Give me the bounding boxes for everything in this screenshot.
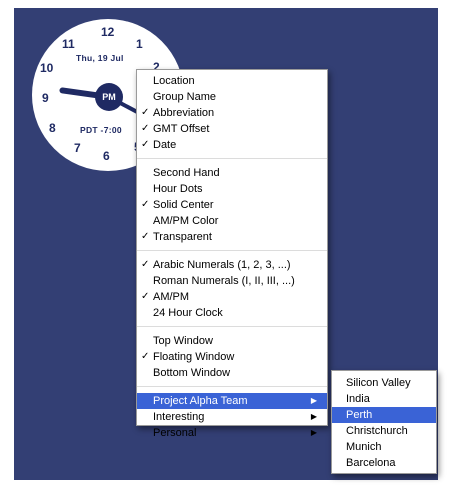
menu-item-top-window[interactable]: Top Window [137,333,327,349]
menu-item-bottom-window[interactable]: Bottom Window [137,365,327,381]
menu-item-label: Solid Center [153,199,214,211]
submenu-item-barcelona[interactable]: Barcelona [332,455,436,471]
submenu-item-munich[interactable]: Munich [332,439,436,455]
menu-item-label: Project Alpha Team [153,395,248,407]
menu-item-24-hour-clock[interactable]: 24 Hour Clock [137,305,327,321]
menu-item-label: GMT Offset [153,123,210,135]
menu-item-label: Arabic Numerals (1, 2, 3, ...) [153,259,291,271]
menu-item-group-name[interactable]: Group Name [137,89,327,105]
clock-numeral-1: 1 [136,37,143,51]
menu-item-label: Bottom Window [153,367,231,379]
project-alpha-team-submenu: Silicon Valley India Perth Christchurch … [331,370,437,474]
menu-item-date[interactable]: ✓ Date [137,137,327,153]
checkmark-icon: ✓ [141,199,150,210]
submenu-item-christchurch[interactable]: Christchurch [332,423,436,439]
menu-item-label: Hour Dots [153,183,203,195]
clock-date: Thu, 19 Jul [76,53,124,63]
menu-separator [137,250,327,251]
menu-group-display: Location Group Name ✓ Abbreviation ✓ GMT O… [137,73,327,153]
menu-item-label: Floating Window [153,351,235,363]
menu-item-arabic-numerals[interactable]: ✓ Arabic Numerals (1, 2, 3, ...) [137,257,327,273]
menu-item-label: Abbreviation [153,107,215,119]
menu-group-style: Second Hand Hour Dots ✓ Solid Center AM/P… [137,165,327,245]
clock-numeral-6: 6 [103,149,110,163]
menu-item-label: Interesting [153,411,205,423]
menu-item-floating-window[interactable]: ✓ Floating Window [137,349,327,365]
menu-item-label: AM/PM Color [153,215,219,227]
clock-numeral-9: 9 [42,91,49,105]
clock-center-ampm: PM [95,83,123,111]
menu-item-label: Date [153,139,177,151]
menu-item-transparent[interactable]: ✓ Transparent [137,229,327,245]
submenu-item-perth[interactable]: Perth [332,407,436,423]
menu-separator [137,158,327,159]
clock-numeral-7: 7 [74,141,81,155]
menu-item-personal[interactable]: Personal ▶ [137,425,327,441]
menu-group-window-level: Top Window ✓ Floating Window Bottom Windo… [137,333,327,381]
checkmark-icon: ✓ [141,291,150,302]
checkmark-icon: ✓ [141,231,150,242]
clock-context-menu: Location Group Name ✓ Abbreviation ✓ GMT O… [136,69,328,439]
menu-item-label: Second Hand [153,167,220,179]
submenu-item-india[interactable]: India [332,391,436,407]
menu-item-label: Location [153,75,195,87]
submenu-item-silicon-valley[interactable]: Silicon Valley [332,375,436,391]
menu-item-label: Roman Numerals (I, II, III, ...) [153,275,295,287]
menu-group-clock-groups: Project Alpha Team ▶ Interesting ▶ Persona… [137,393,327,441]
menu-item-location[interactable]: Location [137,73,327,89]
checkmark-icon: ✓ [141,259,150,270]
clock-gmt-offset: PDT -7:00 [80,125,122,135]
menu-item-ampm-color[interactable]: AM/PM Color [137,213,327,229]
menu-item-ampm[interactable]: ✓ AM/PM [137,289,327,305]
clock-numeral-10: 10 [40,61,54,75]
menu-item-label: 24 Hour Clock [153,307,223,319]
menu-item-label: Personal [153,427,197,439]
menu-item-label: Group Name [153,91,216,103]
menu-item-gmt-offset[interactable]: ✓ GMT Offset [137,121,327,137]
menu-item-abbreviation[interactable]: ✓ Abbreviation [137,105,327,121]
menu-item-roman-numerals[interactable]: Roman Numerals (I, II, III, ...) [137,273,327,289]
menu-group-numerals: ✓ Arabic Numerals (1, 2, 3, ...) Roman Nu… [137,257,327,321]
menu-separator [137,326,327,327]
submenu-arrow-icon: ▶ [310,412,317,421]
menu-item-solid-center[interactable]: ✓ Solid Center [137,197,327,213]
menu-item-second-hand[interactable]: Second Hand [137,165,327,181]
menu-item-interesting[interactable]: Interesting ▶ [137,409,327,425]
checkmark-icon: ✓ [141,107,150,118]
checkmark-icon: ✓ [141,139,150,150]
checkmark-icon: ✓ [141,123,150,134]
clock-numeral-8: 8 [49,121,56,135]
menu-item-label: AM/PM [153,291,190,303]
menu-item-project-alpha-team[interactable]: Project Alpha Team ▶ [137,393,327,409]
menu-item-label: Top Window [153,335,213,347]
submenu-arrow-icon: ▶ [310,428,317,437]
menu-item-hour-dots[interactable]: Hour Dots [137,181,327,197]
clock-numeral-11: 11 [62,37,75,51]
submenu-arrow-icon: ▶ [310,396,317,405]
menu-separator [137,386,327,387]
menu-item-label: Transparent [153,231,212,243]
clock-numeral-12: 12 [101,25,115,39]
checkmark-icon: ✓ [141,351,150,362]
